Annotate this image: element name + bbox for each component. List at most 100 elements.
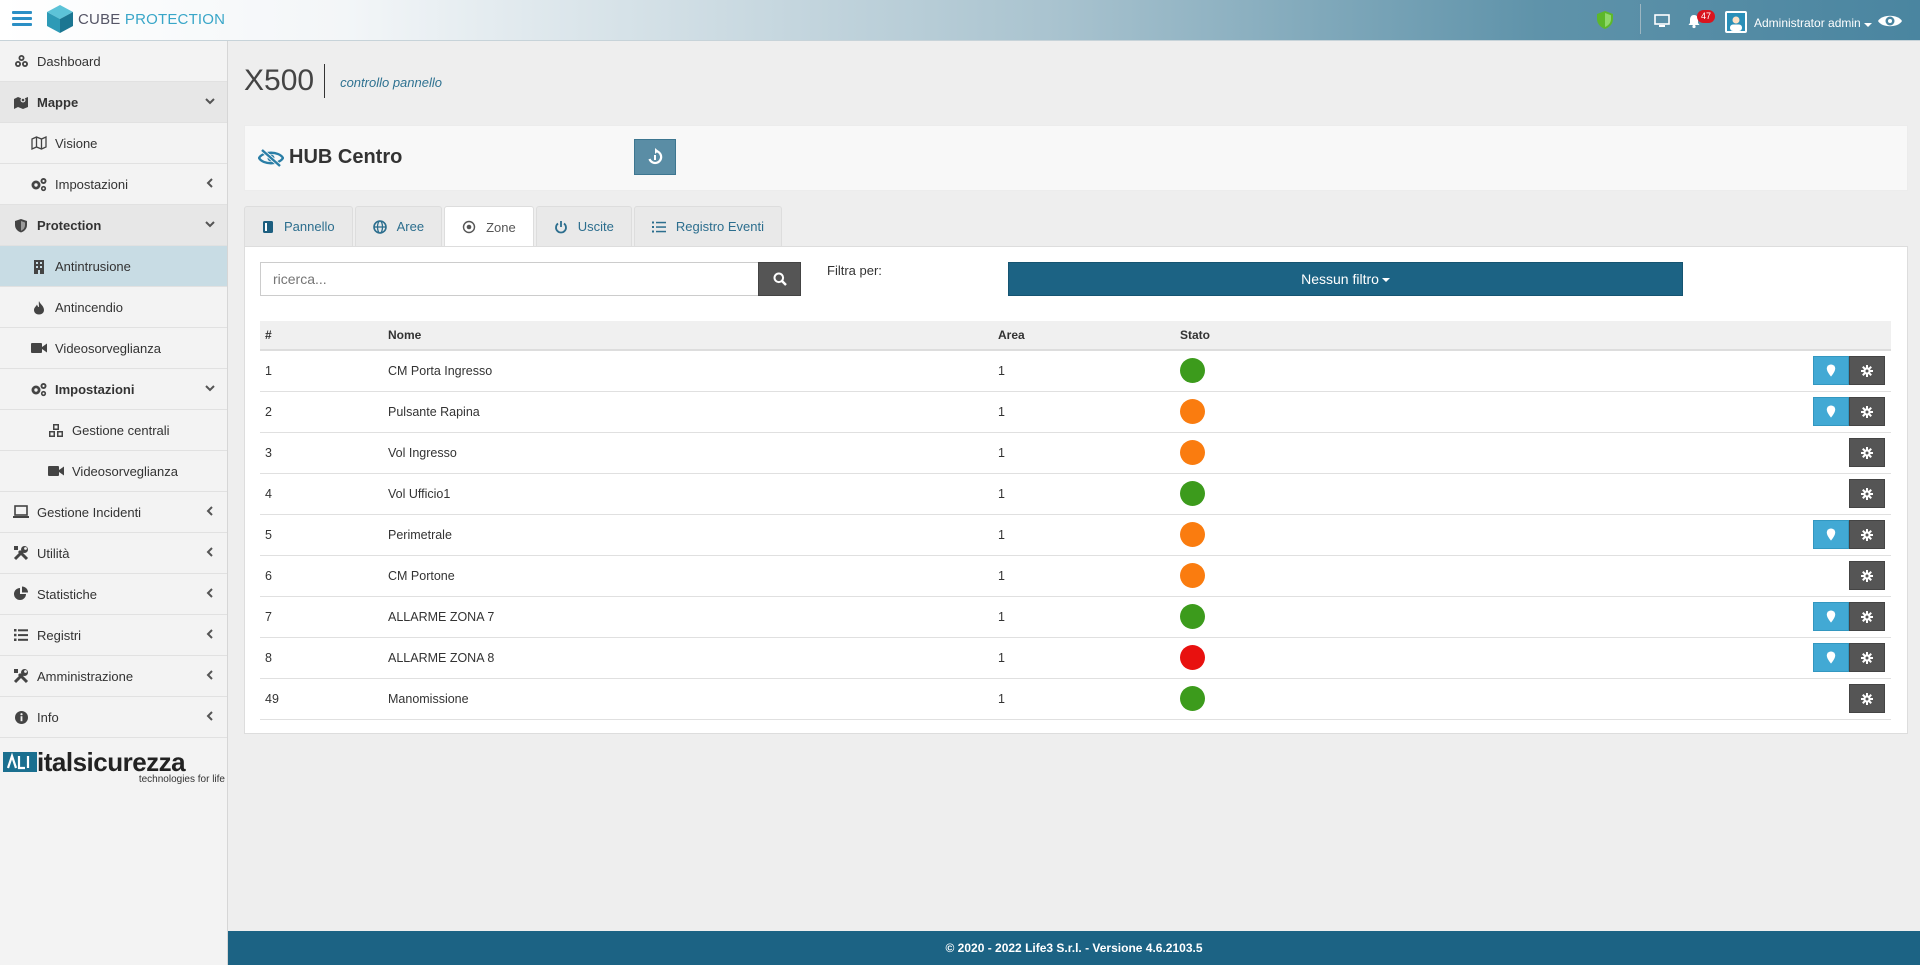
status-indicator — [1180, 645, 1205, 670]
zones-table: # Nome Area Stato 1 CM Porta Ingresso 1 … — [260, 321, 1891, 720]
cell-area: 1 — [998, 486, 1005, 501]
sidebar-item-videosorveglianza[interactable]: Videosorveglianza — [0, 328, 227, 369]
info-icon — [12, 709, 30, 725]
cell-number: 49 — [265, 691, 279, 706]
table-row[interactable]: 5 Perimetrale 1 — [260, 514, 1891, 555]
filter-dropdown[interactable]: Nessun filtro — [1008, 262, 1683, 296]
notifications-badge[interactable]: 47 — [1697, 10, 1716, 23]
settings-button[interactable] — [1849, 356, 1885, 386]
gear-icon — [1861, 692, 1873, 705]
top-bar: CUBE PROTECTION 47 Administrator admin — [0, 0, 1920, 41]
user-menu[interactable]: Administrator admin — [1754, 16, 1872, 30]
avatar[interactable] — [1725, 11, 1747, 33]
cogs-icon — [30, 381, 48, 397]
sidebar: Dashboard Mappe Visione Impostazioni Pro… — [0, 41, 228, 965]
sidebar-item-gestione-centrali[interactable]: Gestione centrali — [0, 410, 227, 451]
table-row[interactable]: 1 CM Porta Ingresso 1 — [260, 350, 1891, 391]
sidebar-item-utilita[interactable]: Utilità — [0, 533, 227, 574]
cell-actions — [1575, 350, 1891, 391]
table-row[interactable]: 7 ALLARME ZONA 7 1 — [260, 596, 1891, 637]
tab-pannello[interactable]: Pannello — [244, 206, 353, 246]
cell-area: 1 — [998, 404, 1005, 419]
settings-button[interactable] — [1849, 643, 1885, 672]
search-input[interactable] — [260, 262, 758, 296]
cell-status — [1175, 637, 1575, 678]
table-row[interactable]: 49 Manomissione 1 — [260, 678, 1891, 719]
tab-uscite[interactable]: Uscite — [535, 206, 632, 246]
user-avatar-icon — [1727, 13, 1745, 31]
column-header-status[interactable]: Stato — [1175, 321, 1575, 350]
table-row[interactable]: 6 CM Portone 1 — [260, 555, 1891, 596]
sidebar-item-antincendio[interactable]: Antincendio — [0, 287, 227, 328]
map-marker-button[interactable] — [1813, 643, 1849, 672]
map-marker-button[interactable] — [1813, 356, 1849, 386]
status-indicator — [1180, 563, 1205, 588]
gear-icon — [1861, 528, 1873, 541]
eye-slash-icon[interactable] — [258, 148, 284, 168]
tab-aree[interactable]: Aree — [354, 206, 443, 246]
hamburger-menu-icon[interactable] — [12, 8, 32, 28]
cell-number: 4 — [265, 486, 272, 501]
cell-actions — [1575, 514, 1891, 555]
security-shield-icon[interactable] — [1596, 10, 1614, 30]
settings-button[interactable] — [1849, 602, 1885, 631]
column-header-name[interactable]: Nome — [383, 321, 993, 350]
cell-name: CM Porta Ingresso — [388, 363, 493, 378]
sidebar-item-antintrusione[interactable]: Antintrusione — [0, 246, 227, 287]
brand-logo: italsicurezza technologies for life — [0, 738, 227, 785]
settings-button[interactable] — [1849, 479, 1885, 508]
settings-button[interactable] — [1849, 397, 1885, 426]
sidebar-item-visione[interactable]: Visione — [0, 123, 227, 164]
cell-status — [1175, 514, 1575, 555]
sidebar-item-gestione-incidenti[interactable]: Gestione Incidenti — [0, 492, 227, 533]
table-row[interactable]: 2 Pulsante Rapina 1 — [260, 391, 1891, 432]
sidebar-item-label: Impostazioni — [55, 381, 135, 397]
monitor-icon[interactable] — [1654, 14, 1670, 28]
status-indicator — [1180, 358, 1205, 384]
cell-number: 2 — [265, 404, 272, 419]
status-indicator — [1180, 440, 1205, 465]
app-logo-text: CUBE PROTECTION — [78, 10, 226, 28]
table-row[interactable]: 4 Vol Ufficio1 1 — [260, 473, 1891, 514]
app-logo[interactable]: CUBE PROTECTION — [46, 2, 225, 36]
cube-logo-icon — [47, 5, 73, 33]
map-marker-button[interactable] — [1813, 520, 1849, 549]
refresh-button[interactable] — [634, 139, 676, 175]
map-marker-button[interactable] — [1813, 397, 1849, 426]
sidebar-item-amministrazione[interactable]: Amministrazione — [0, 656, 227, 697]
cell-actions — [1575, 432, 1891, 473]
column-header-area[interactable]: Area — [993, 321, 1175, 350]
map-marker-button[interactable] — [1813, 602, 1849, 631]
cell-number: 6 — [265, 568, 272, 583]
tab-label: Pannello — [284, 219, 335, 234]
sidebar-item-label: Info — [37, 709, 59, 725]
settings-button[interactable] — [1849, 438, 1885, 467]
sidebar-item-info[interactable]: Info — [0, 697, 227, 738]
sidebar-item-impostazioni-mappe[interactable]: Impostazioni — [0, 164, 227, 205]
sidebar-item-protection[interactable]: Protection — [0, 205, 227, 246]
column-header-number[interactable]: # — [260, 321, 383, 350]
sidebar-item-mappe[interactable]: Mappe — [0, 82, 227, 123]
table-row[interactable]: 3 Vol Ingresso 1 — [260, 432, 1891, 473]
sidebar-item-impostazioni-protection[interactable]: Impostazioni — [0, 369, 227, 410]
settings-button[interactable] — [1849, 520, 1885, 549]
tab-zone[interactable]: Zone — [444, 206, 534, 247]
sidebar-item-videosorveglianza-settings[interactable]: Videosorveglianza — [0, 451, 227, 492]
cell-number: 3 — [265, 445, 272, 460]
sidebar-item-statistiche[interactable]: Statistiche — [0, 574, 227, 615]
settings-button[interactable] — [1849, 561, 1885, 590]
sidebar-item-label: Dashboard — [37, 53, 101, 69]
table-row[interactable]: 8 ALLARME ZONA 8 1 — [260, 637, 1891, 678]
tab-registro-eventi[interactable]: Registro Eventi — [633, 206, 782, 246]
map-icon — [30, 135, 48, 151]
page-header: X500 controllo pannello — [244, 64, 442, 98]
chevron-left-icon — [206, 629, 213, 639]
search-button[interactable] — [758, 262, 801, 296]
settings-button[interactable] — [1849, 684, 1885, 713]
status-indicator — [1180, 481, 1205, 506]
cell-number: 7 — [265, 609, 272, 624]
eye-icon[interactable] — [1877, 12, 1903, 30]
cell-status — [1175, 350, 1575, 391]
sidebar-item-dashboard[interactable]: Dashboard — [0, 41, 227, 82]
sidebar-item-registri[interactable]: Registri — [0, 615, 227, 656]
